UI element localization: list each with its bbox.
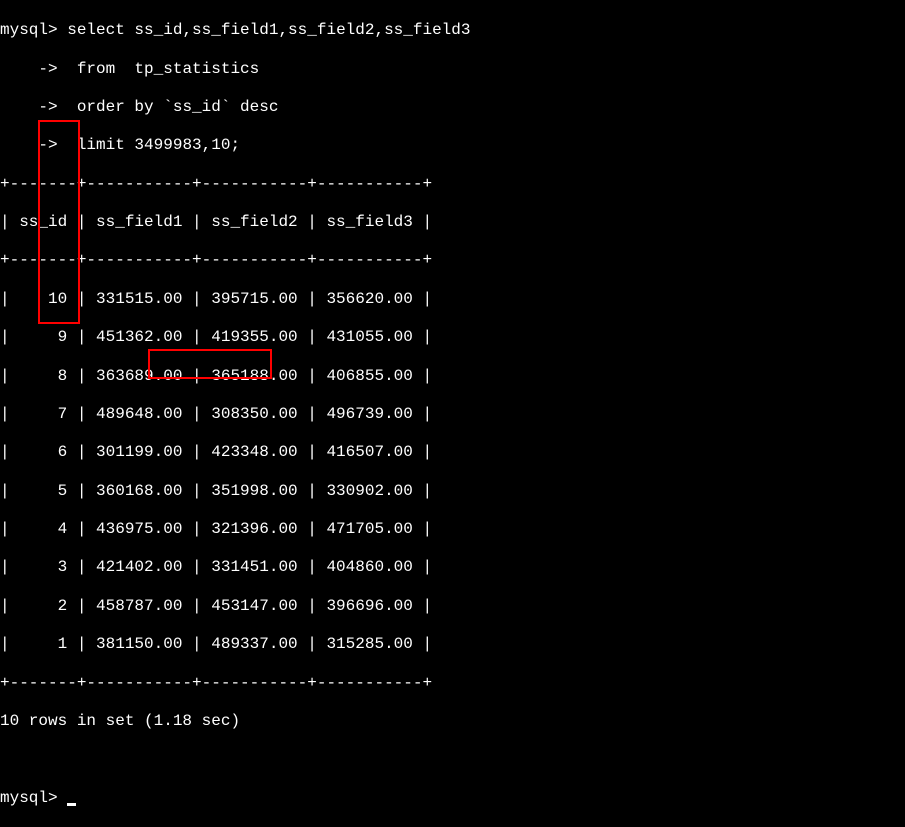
table-row: | 6 | 301199.00 | 423348.00 | 416507.00 …: [0, 443, 905, 462]
terminal-output: mysql> select ss_id,ss_field1,ss_field2,…: [0, 0, 905, 827]
prompt-line[interactable]: mysql>: [0, 789, 905, 808]
table-row: | 5 | 360168.00 | 351998.00 | 330902.00 …: [0, 482, 905, 501]
continuation-arrow: ->: [0, 136, 67, 154]
continuation-arrow: ->: [0, 98, 67, 116]
table-row: | 2 | 458787.00 | 453147.00 | 396696.00 …: [0, 597, 905, 616]
table-row: | 8 | 363689.00 | 365188.00 | 406855.00 …: [0, 367, 905, 386]
query-line: mysql> select ss_id,ss_field1,ss_field2,…: [0, 21, 905, 40]
mysql-prompt: mysql>: [0, 21, 67, 39]
table-separator: +-------+-----------+-----------+-------…: [0, 674, 905, 693]
query-line: -> from tp_statistics: [0, 60, 905, 79]
query-line: -> order by `ss_id` desc: [0, 98, 905, 117]
sql-text: order by `ss_id` desc: [67, 98, 278, 116]
table-row: | 3 | 421402.00 | 331451.00 | 404860.00 …: [0, 558, 905, 577]
sql-text: select ss_id,ss_field1,ss_field2,ss_fiel…: [67, 21, 470, 39]
table-header: | ss_id | ss_field1 | ss_field2 | ss_fie…: [0, 213, 905, 232]
mysql-prompt: mysql>: [0, 789, 67, 807]
result-status: 10 rows in set (1.18 sec): [0, 712, 905, 731]
table-separator: +-------+-----------+-----------+-------…: [0, 251, 905, 270]
table-row: | 1 | 381150.00 | 489337.00 | 315285.00 …: [0, 635, 905, 654]
table-separator: +-------+-----------+-----------+-------…: [0, 175, 905, 194]
table-row: | 10 | 331515.00 | 395715.00 | 356620.00…: [0, 290, 905, 309]
sql-text: from tp_statistics: [67, 60, 259, 78]
continuation-arrow: ->: [0, 60, 67, 78]
cursor-icon: [67, 803, 76, 806]
table-row: | 7 | 489648.00 | 308350.00 | 496739.00 …: [0, 405, 905, 424]
blank-line: [0, 750, 905, 769]
query-line: -> limit 3499983,10;: [0, 136, 905, 155]
table-row: | 9 | 451362.00 | 419355.00 | 431055.00 …: [0, 328, 905, 347]
table-row: | 4 | 436975.00 | 321396.00 | 471705.00 …: [0, 520, 905, 539]
sql-text: limit 3499983,10;: [67, 136, 240, 154]
